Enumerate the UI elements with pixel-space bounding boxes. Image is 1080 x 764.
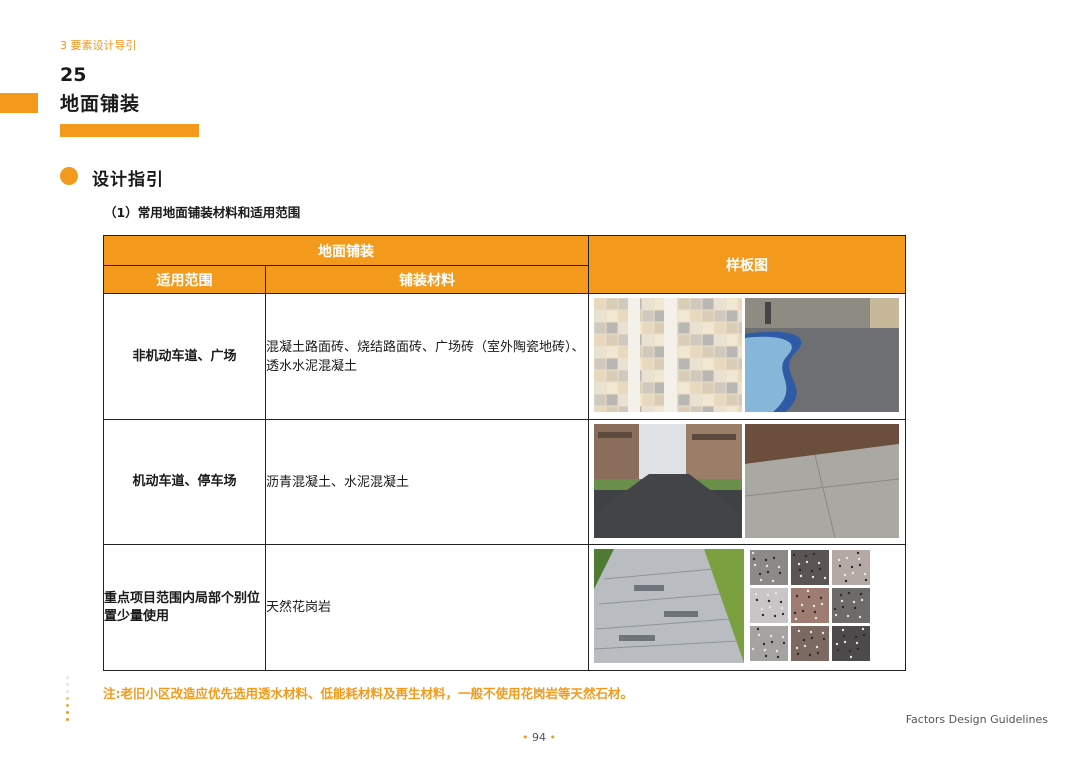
guide-title: 设计指引 [92, 170, 164, 190]
scope-header: 适用范围 [103, 265, 266, 295]
permeable-concrete-path-photo [745, 298, 899, 413]
sample-cell [588, 293, 906, 420]
material-cell: 混凝土路面砖、烧结路面砖、广场砖（室外陶瓷地砖）、透水水泥混凝土 [265, 293, 589, 420]
material-cell: 沥青混凝土、水泥混凝土 [265, 418, 589, 546]
bullet-dot-icon [60, 167, 78, 185]
granite-paved-path-photo [594, 549, 744, 664]
left-accent-tab [0, 93, 38, 113]
footnote: 注:老旧小区改造应优先选用透水材料、低能耗材料及再生材料，一般不使用花岗岩等天然… [103, 686, 634, 701]
material-cell: 天然花岗岩 [265, 544, 589, 671]
table-row: 机动车道、停车场 沥青混凝土、水泥混凝土 [103, 418, 906, 546]
scope-cell: 机动车道、停车场 [103, 418, 266, 546]
guide-subtitle: （1）常用地面铺装材料和适用范围 [104, 205, 301, 220]
granite-samples-photo [749, 549, 871, 664]
group-header: 地面铺装 [103, 234, 589, 267]
sample-cell [588, 418, 906, 546]
scope-cell: 非机动车道、广场 [103, 293, 266, 420]
sample-cell [588, 544, 906, 671]
table-row: 重点项目范围内局部个别位置少量使用 天然花岗岩 [103, 544, 906, 671]
page-number: • 94 • [522, 731, 556, 744]
scope-cell: 重点项目范围内局部个别位置少量使用 [103, 544, 266, 671]
footer-brand: Factors Design Guidelines [905, 713, 1048, 726]
asphalt-road-photo [594, 423, 742, 538]
cement-concrete-road-photo [745, 423, 899, 538]
section-label: 3 要素设计导引 [60, 39, 137, 52]
paving-table: 地面铺装 样板图 适用范围 铺装材料 非机动车道、广场 混凝土路面砖、烧结路面砖… [103, 234, 906, 671]
title-underline-bar [60, 124, 199, 137]
chapter-title: 地面铺装 [60, 93, 141, 115]
side-dot-decoration [66, 676, 70, 725]
table-row: 非机动车道、广场 混凝土路面砖、烧结路面砖、广场砖（室外陶瓷地砖）、透水水泥混凝… [103, 293, 906, 420]
sample-header: 样板图 [588, 234, 906, 295]
chapter-number: 25 [60, 64, 87, 86]
tile-grid-photo [594, 298, 742, 413]
material-header: 铺装材料 [265, 265, 589, 295]
